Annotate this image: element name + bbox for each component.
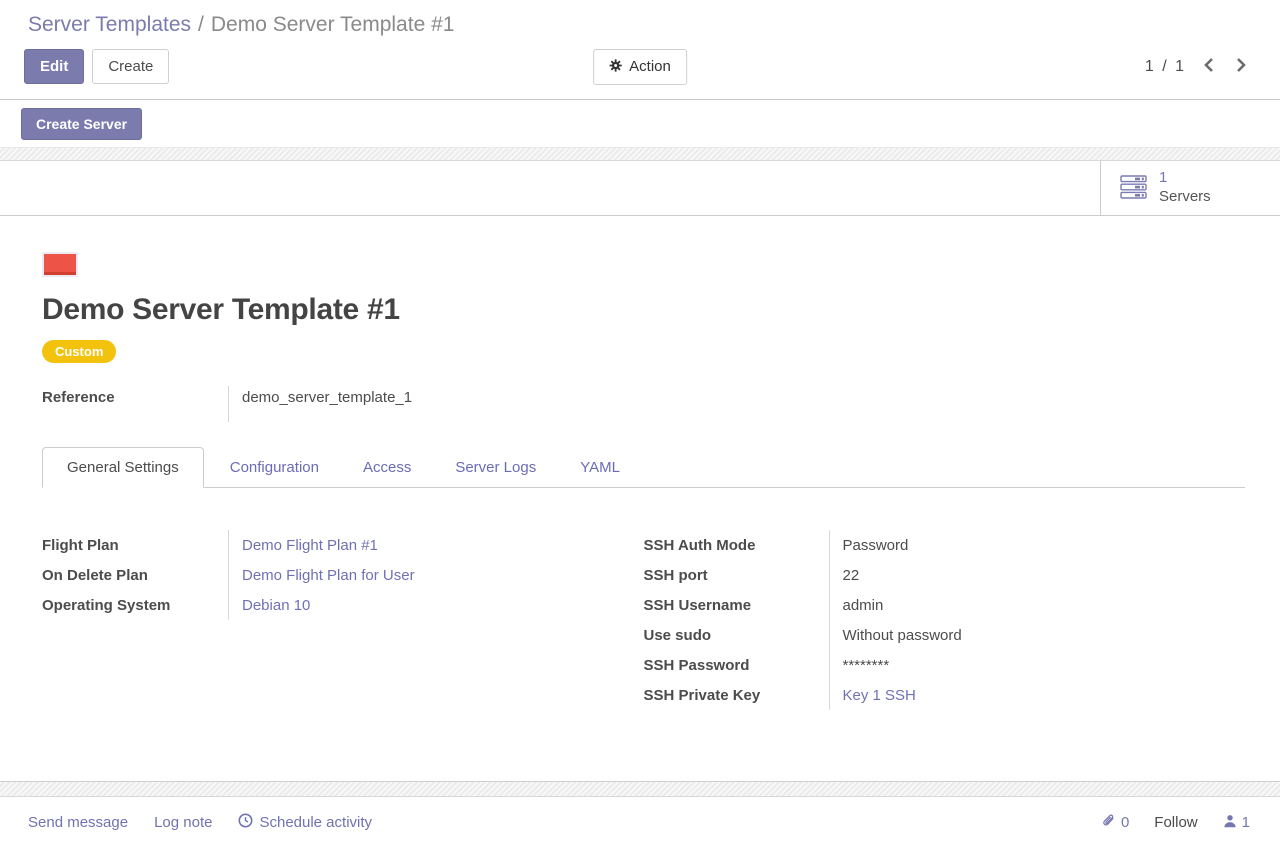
on-delete-plan-label: On Delete Plan (42, 567, 228, 584)
gear-icon (609, 59, 622, 75)
ssh-auth-mode-value: Password (843, 537, 909, 554)
form-sheet: Demo Server Template #1 Custom Reference… (0, 216, 1280, 781)
breadcrumb-parent-link[interactable]: Server Templates (28, 13, 191, 36)
tab-yaml[interactable]: YAML (562, 448, 638, 487)
ssh-password-value: ******** (843, 657, 890, 674)
tab-general-settings[interactable]: General Settings (42, 447, 204, 488)
paperclip-icon (1101, 813, 1116, 833)
schedule-activity-button[interactable]: Schedule activity (238, 813, 372, 832)
ssh-port-label: SSH port (644, 567, 829, 584)
control-panel-buttons: Edit Create Action 1 / 1 (0, 49, 1280, 84)
record-image[interactable] (42, 252, 78, 277)
ssh-username-value: admin (843, 597, 884, 614)
chatter-followers: 0 Follow 1 (1101, 813, 1250, 833)
field-ssh-password: SSH Password ******** (644, 650, 1246, 680)
tab-access[interactable]: Access (345, 448, 429, 487)
ssh-auth-mode-label: SSH Auth Mode (644, 537, 829, 554)
follower-count: 1 (1242, 814, 1250, 831)
custom-badge: Custom (42, 340, 116, 363)
ssh-private-key-label: SSH Private Key (644, 687, 829, 704)
pager-previous-button[interactable] (1200, 55, 1218, 78)
action-button-label: Action (629, 59, 671, 74)
breadcrumb: Server Templates / Demo Server Template #1 (0, 0, 1280, 37)
flight-plan-label: Flight Plan (42, 537, 228, 554)
pager-value: 1 / 1 (1145, 58, 1186, 76)
field-ssh-username: SSH Username admin (644, 590, 1246, 620)
log-note-button[interactable]: Log note (154, 814, 212, 831)
clock-icon (238, 813, 253, 832)
use-sudo-value: Without password (843, 627, 962, 644)
operating-system-label: Operating System (42, 597, 228, 614)
breadcrumb-separator: / (198, 13, 204, 36)
reference-field: Reference demo_server_template_1 (42, 386, 1245, 422)
statusbar: Create Server (0, 100, 1280, 147)
servers-icon (1120, 175, 1148, 202)
flight-plan-value-link[interactable]: Demo Flight Plan #1 (242, 537, 378, 554)
attachment-count: 0 (1121, 814, 1129, 831)
followers-button[interactable]: 1 (1223, 814, 1250, 832)
ssh-password-label: SSH Password (644, 657, 829, 674)
on-delete-plan-value-link[interactable]: Demo Flight Plan for User (242, 567, 415, 584)
create-button[interactable]: Create (92, 49, 169, 84)
use-sudo-label: Use sudo (644, 627, 829, 644)
field-ssh-auth-mode: SSH Auth Mode Password (644, 530, 1246, 560)
person-icon (1223, 814, 1237, 832)
schedule-activity-label: Schedule activity (259, 814, 372, 831)
field-operating-system: Operating System Debian 10 (42, 590, 644, 620)
servers-stat-text: 1 Servers (1159, 169, 1211, 207)
chevron-right-icon (1236, 57, 1246, 76)
field-on-delete-plan: On Delete Plan Demo Flight Plan for User (42, 560, 644, 590)
notebook-tabs: General Settings Configuration Access Se… (42, 447, 1245, 488)
tab-configuration[interactable]: Configuration (212, 448, 337, 487)
field-ssh-port: SSH port 22 (644, 560, 1246, 590)
ssh-port-value: 22 (843, 567, 860, 584)
tab-content-general-settings: Flight Plan Demo Flight Plan #1 On Delet… (42, 530, 1245, 710)
field-ssh-private-key: SSH Private Key Key 1 SSH (644, 680, 1246, 710)
reference-value: demo_server_template_1 (228, 386, 412, 422)
field-group-right: SSH Auth Mode Password SSH port 22 SSH U… (644, 530, 1246, 710)
operating-system-value-link[interactable]: Debian 10 (242, 597, 310, 614)
servers-count: 1 (1159, 169, 1211, 188)
pager-next-button[interactable] (1232, 55, 1250, 78)
chatter-actions: Send message Log note Schedule activity (28, 813, 372, 832)
divider-strip-bottom (0, 781, 1280, 797)
servers-stat-button[interactable]: 1 Servers (1100, 161, 1280, 215)
ssh-username-label: SSH Username (644, 597, 829, 614)
ssh-private-key-value-link[interactable]: Key 1 SSH (843, 687, 916, 704)
attachment-button[interactable]: 0 (1101, 813, 1129, 833)
pager: 1 / 1 (1145, 55, 1250, 78)
action-button[interactable]: Action (593, 49, 687, 85)
chatter-toolbar: Send message Log note Schedule activity … (0, 797, 1280, 848)
button-box: 1 Servers (0, 161, 1280, 216)
servers-label: Servers (1159, 188, 1211, 207)
record-title: Demo Server Template #1 (42, 293, 1245, 327)
control-panel: Server Templates / Demo Server Template #1… (0, 0, 1280, 100)
tab-server-logs[interactable]: Server Logs (437, 448, 554, 487)
follow-button[interactable]: Follow (1154, 814, 1197, 831)
field-group-left: Flight Plan Demo Flight Plan #1 On Delet… (42, 530, 644, 710)
divider-strip-top (0, 147, 1280, 161)
field-flight-plan: Flight Plan Demo Flight Plan #1 (42, 530, 644, 560)
breadcrumb-current: Demo Server Template #1 (211, 13, 455, 36)
edit-button[interactable]: Edit (24, 49, 84, 84)
chevron-left-icon (1204, 57, 1214, 76)
reference-label: Reference (42, 386, 228, 422)
field-use-sudo: Use sudo Without password (644, 620, 1246, 650)
create-server-button[interactable]: Create Server (21, 108, 142, 140)
send-message-button[interactable]: Send message (28, 814, 128, 831)
